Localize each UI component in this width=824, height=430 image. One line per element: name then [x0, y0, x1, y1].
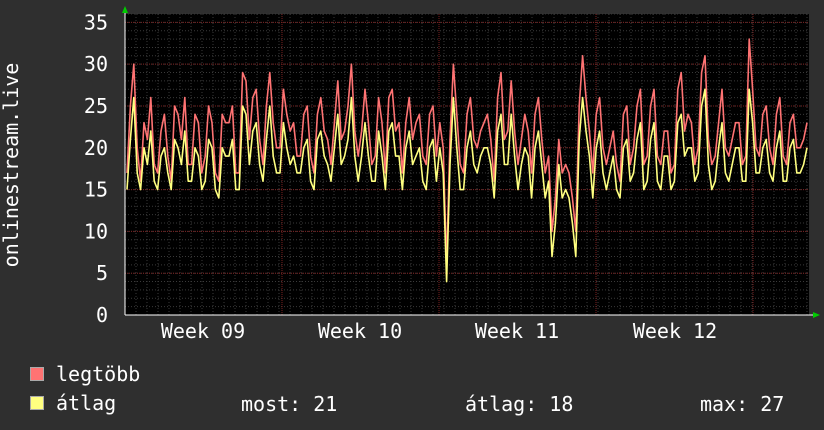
stat-now: most: 21 [241, 392, 338, 416]
x-tick-label: Week 12 [633, 319, 717, 343]
stat-max: max: 27 [700, 392, 785, 416]
grid [124, 13, 809, 316]
y-axis-label: onlinestream.live [0, 63, 23, 268]
y-tick-label: 25 [84, 94, 108, 118]
chart: 05101520253035 Week 09 Week 10 Week 11 Week… [0, 6, 820, 343]
x-tick-labels: Week 09 Week 10 Week 11 Week 12 [161, 319, 717, 343]
y-tick-label: 35 [84, 10, 108, 34]
x-tick-label: Week 10 [318, 319, 402, 343]
y-axis-arrow [122, 6, 128, 13]
y-tick-label: 0 [96, 303, 108, 327]
stat-avg: átlag: 18 [465, 392, 574, 416]
x-axis-arrow [813, 312, 820, 318]
legend-item-max: legtöbb [30, 362, 141, 386]
y-tick-label: 20 [84, 136, 108, 160]
legend-item-avg: átlag [30, 391, 117, 415]
legend-label-max: legtöbb [56, 362, 141, 386]
x-tick-label: Week 09 [161, 319, 245, 343]
y-tick-label: 15 [84, 178, 108, 202]
y-tick-label: 5 [96, 261, 108, 285]
legend-label-avg: átlag [56, 391, 117, 415]
x-tick-label: Week 11 [475, 319, 559, 343]
y-tick-label: 30 [84, 52, 108, 76]
legend-swatch-max [30, 367, 44, 381]
y-tick-label: 10 [84, 219, 108, 243]
legend-swatch-avg [30, 396, 44, 410]
y-tick-labels: 0 5 10 15 20 25 30 35 [84, 10, 108, 327]
